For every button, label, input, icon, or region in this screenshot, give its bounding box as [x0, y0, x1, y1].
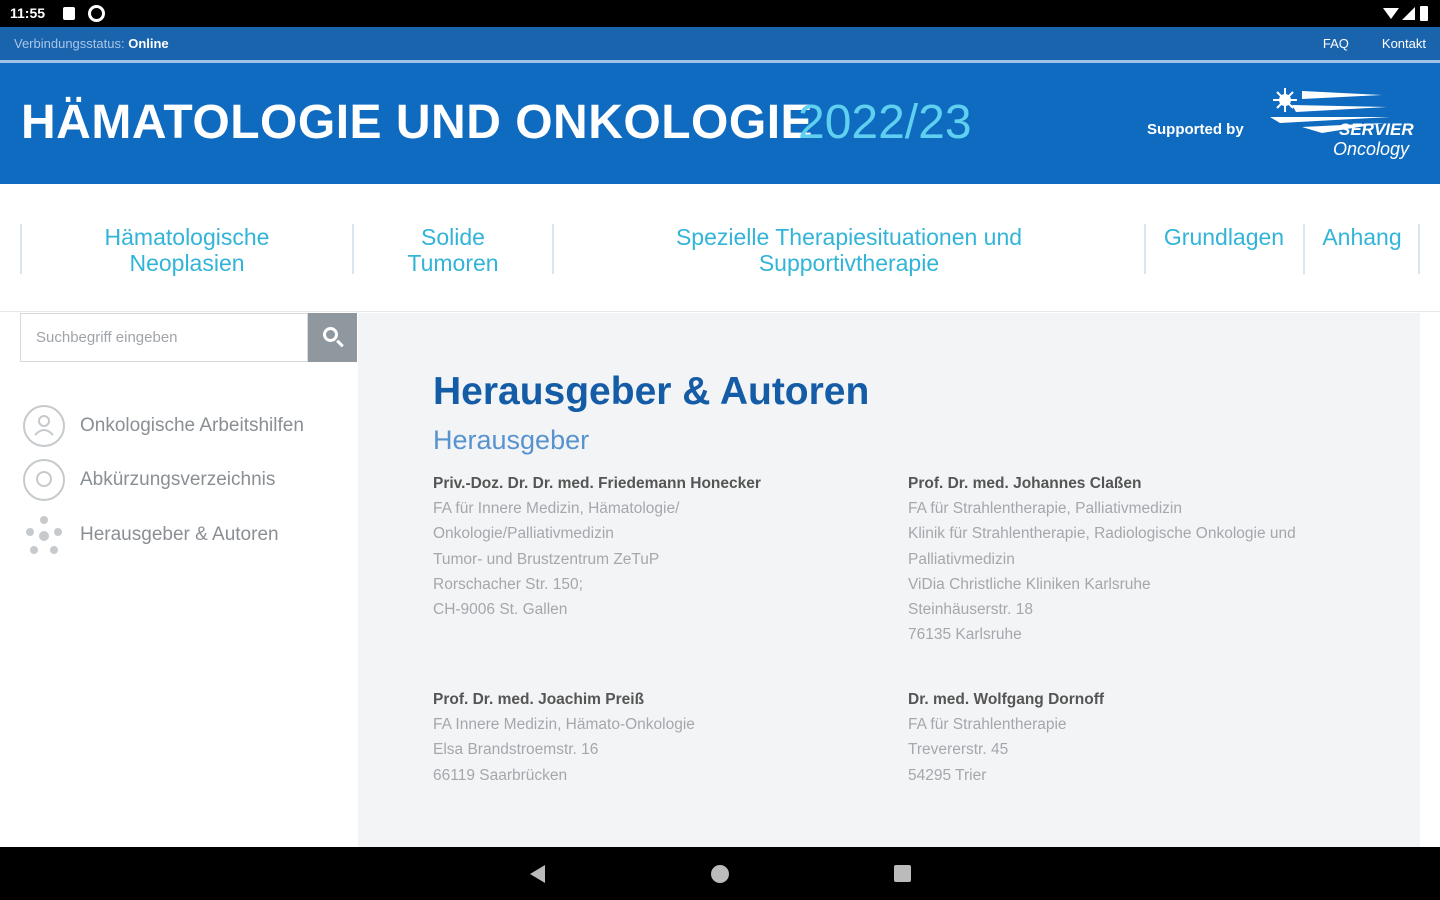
author-detail: 54295 Trier [908, 766, 987, 784]
main-content: Herausgeber & Autoren Herausgeber Priv.-… [358, 313, 1420, 847]
author-detail: Steinhäuserstr. 18 [908, 601, 1033, 619]
sidebar-item-label: Herausgeber & Autoren [80, 524, 279, 545]
author-detail: 76135 Karlsruhe [908, 626, 1022, 644]
nav-item-line: Anhang [1322, 224, 1402, 250]
group-icon [26, 516, 62, 554]
author-card: Prof. Dr. med. Johannes Claßen FA für St… [908, 471, 1408, 648]
nav-item-line: Tumoren [407, 250, 499, 276]
content-right-gutter [1420, 313, 1440, 847]
nav-item-spezielle-therapiesituationen[interactable]: Spezielle Therapiesituationen und Suppor… [554, 224, 1144, 276]
author-detail: FA für Strahlentherapie [908, 716, 1067, 733]
top-links: FAQ Kontakt [1323, 36, 1426, 51]
nav-item-line: Spezielle Therapiesituationen und [675, 224, 1023, 250]
author-detail: 66119 Saarbrücken [433, 766, 568, 784]
person-icon [23, 405, 65, 447]
search-input[interactable] [20, 313, 308, 362]
author-card: Prof. Dr. med. Joachim Preiß FA Innere M… [433, 687, 893, 788]
nav-item-line: Grundlagen [1163, 224, 1285, 250]
author-detail: FA Innere Medizin, Hämato-Onkologie [433, 716, 695, 733]
settings-notification-icon [88, 5, 105, 22]
connection-status-label: Verbindungsstatus: [14, 36, 125, 51]
home-icon[interactable] [711, 865, 729, 883]
author-detail: ViDia Christliche Kliniken Karlsruhe [908, 575, 1151, 593]
nav-item-line: Supportivtherapie [758, 250, 940, 276]
nav-separator [1418, 224, 1420, 274]
sd-card-icon [63, 7, 75, 20]
logo-sub-text: Oncology [1333, 139, 1410, 159]
sidebar-item-herausgeber-autoren[interactable]: Herausgeber & Autoren [22, 514, 342, 558]
search-bar [20, 313, 358, 362]
author-detail: Palliativmedizin [908, 550, 1015, 568]
back-icon[interactable] [530, 865, 545, 883]
faq-link[interactable]: FAQ [1323, 36, 1349, 51]
servier-logo: SERVIER Oncology [1262, 83, 1422, 165]
contact-link[interactable]: Kontakt [1382, 36, 1426, 51]
author-detail: Trevererstr. 45 [908, 741, 1009, 759]
main-navigation: Hämatologische Neoplasien Solide Tumoren… [0, 184, 1440, 312]
supported-by-label: Supported by [1147, 121, 1244, 138]
author-name: Prof. Dr. med. Johannes Claßen [908, 475, 1142, 492]
sidebar-item-abkuerzungsverzeichnis[interactable]: Abkürzungsverzeichnis [22, 459, 342, 503]
search-button[interactable] [308, 313, 357, 362]
recent-apps-icon[interactable] [894, 865, 911, 882]
page-title: Herausgeber & Autoren [433, 370, 870, 413]
author-detail: FA für Innere Medizin, Hämatologie/ [433, 500, 680, 517]
author-detail: Tumor- und Brustzentrum ZeTuP [433, 550, 660, 568]
magnifier-icon [23, 459, 65, 501]
author-name: Priv.-Doz. Dr. Dr. med. Friedemann Honec… [433, 475, 761, 492]
android-nav-bar [0, 847, 1440, 900]
status-time: 11:55 [10, 5, 46, 21]
wifi-icon [1383, 8, 1399, 19]
author-detail: Klinik für Strahlentherapie, Radiologisc… [908, 525, 1296, 543]
top-info-bar: Verbindungsstatus: Online FAQ Kontakt [0, 27, 1440, 60]
author-detail: Onkologie/Palliativmedizin [433, 525, 614, 543]
author-name: Dr. med. Wolfgang Dornoff [908, 691, 1105, 708]
app-header: HÄMATOLOGIE UND ONKOLOGIE 2022/23 Suppor… [0, 63, 1440, 184]
sidebar-item-label: Onkologische Arbeitshilfen [80, 415, 304, 436]
author-card: Priv.-Doz. Dr. Dr. med. Friedemann Honec… [433, 471, 893, 622]
search-icon [323, 327, 338, 342]
author-card: Dr. med. Wolfgang Dornoff FA für Strahle… [908, 687, 1368, 788]
nav-item-solide-tumoren[interactable]: Solide Tumoren [354, 224, 552, 276]
author-detail: CH-9006 St. Gallen [433, 601, 568, 619]
app-year: 2022/23 [798, 96, 972, 149]
nav-item-anhang[interactable]: Anhang [1305, 224, 1419, 250]
nav-item-haematologische-neoplasien[interactable]: Hämatologische Neoplasien [22, 224, 352, 276]
connection-status-value: Online [128, 36, 169, 51]
nav-item-line: Neoplasien [129, 250, 245, 276]
sidebar-item-label: Abkürzungsverzeichnis [80, 469, 276, 490]
signal-icon [1402, 7, 1415, 20]
nav-item-line: Hämatologische [104, 224, 270, 250]
search-icon-handle [336, 339, 344, 348]
app-title: HÄMATOLOGIE UND ONKOLOGIE [21, 96, 814, 149]
author-detail: Rorschacher Str. 150; [433, 575, 583, 593]
android-status-bar: 11:55 [0, 0, 1440, 27]
person-icon-glyph [34, 415, 54, 436]
logo-brand-text: SERVIER [1339, 120, 1414, 139]
author-detail: FA für Strahlentherapie, Palliativmedizi… [908, 500, 1182, 517]
nav-item-line: Solide [421, 224, 485, 250]
magnifier-lens [36, 471, 52, 487]
author-name: Prof. Dr. med. Joachim Preiß [433, 691, 645, 708]
sidebar-item-onkologische-arbeitshilfen[interactable]: Onkologische Arbeitshilfen [22, 405, 342, 449]
connection-status: Verbindungsstatus: Online [14, 36, 169, 51]
author-detail: Elsa Brandstroemstr. 16 [433, 741, 599, 759]
section-subtitle: Herausgeber [433, 425, 590, 455]
nav-item-grundlagen[interactable]: Grundlagen [1146, 224, 1302, 250]
battery-icon [1420, 6, 1428, 21]
sidebar: Onkologische Arbeitshilfen Abkürzungsver… [0, 313, 358, 847]
